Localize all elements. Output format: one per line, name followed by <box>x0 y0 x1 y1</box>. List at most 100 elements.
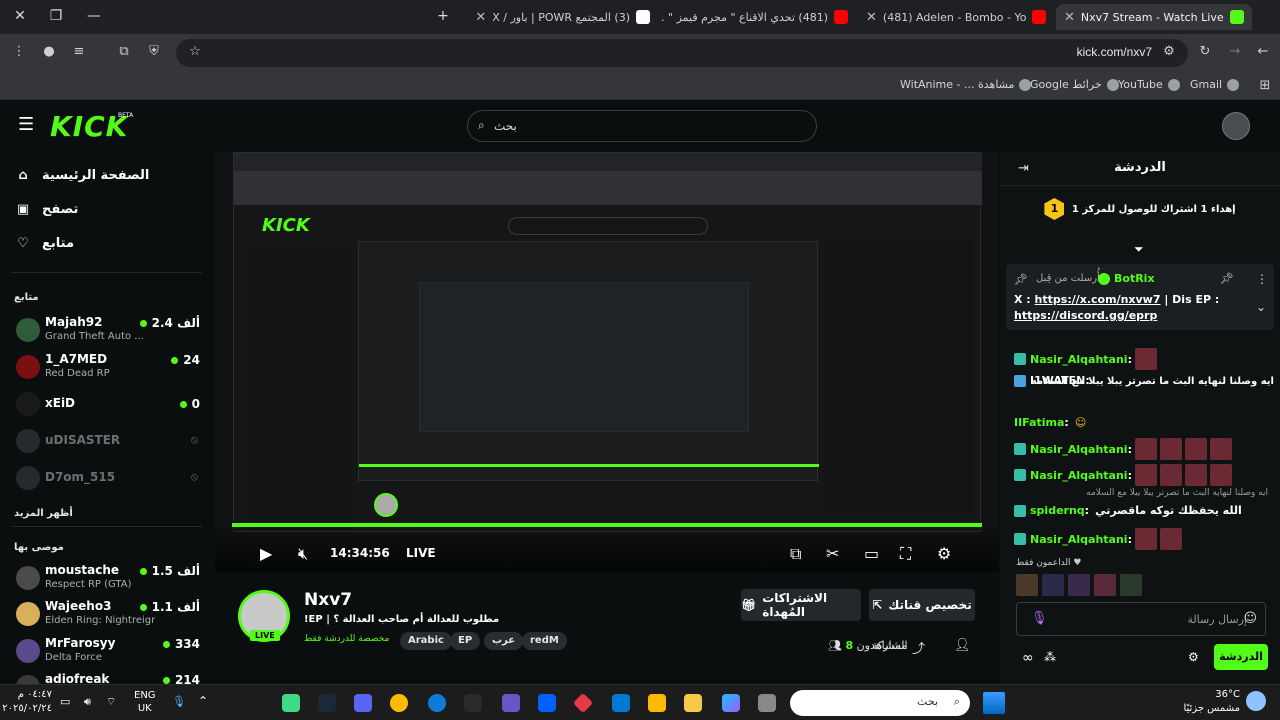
wifi-icon[interactable]: ⌔ <box>106 695 116 709</box>
all-bookmarks-icon[interactable]: ⊞ <box>1256 78 1274 93</box>
tab-youtube-challenge[interactable]: (481) تحدي الاقناع " مجرم قيمز " .. ✕ <box>660 4 856 30</box>
bookmark-maps[interactable]: خرائط Google <box>1030 78 1119 91</box>
fullscreen-icon[interactable]: ⛶ <box>900 544 911 564</box>
video-player[interactable]: KICK <box>215 152 999 572</box>
more-options-icon[interactable]: ⋮ <box>1256 272 1268 286</box>
hamburger-menu-icon[interactable]: ☰ <box>18 114 34 135</box>
following-channel[interactable]: Majah92 Grand Theft Auto ... 2.4 ألف <box>14 314 204 348</box>
chat-input[interactable]: 🎙︎ إرسال رسالة ☺ <box>1016 602 1266 636</box>
back-icon[interactable]: ← <box>1254 44 1272 59</box>
restore-window-icon[interactable]: ❐ <box>46 8 66 24</box>
following-channel[interactable]: xEiD 0 <box>14 388 204 422</box>
file-explorer-icon[interactable] <box>684 694 702 712</box>
dropbox-icon[interactable] <box>538 694 556 712</box>
pinned-user[interactable]: BotRix <box>1114 272 1155 285</box>
address-bar[interactable]: ☆ kick.com/nxv7 ⚙ <box>176 39 1188 67</box>
pip-icon[interactable]: ⧉ <box>790 544 801 564</box>
close-tab-icon[interactable]: ✕ <box>866 10 877 25</box>
tab-kick-active[interactable]: ✕ Nxv7 Stream - Watch Live on Kick <box>1056 4 1252 30</box>
recommended-channel[interactable]: moustache Respect RP (GTA) 1.5 ألف <box>14 562 204 596</box>
kick-logo[interactable]: KICK <box>50 110 128 143</box>
new-tab-icon[interactable]: + <box>433 8 453 24</box>
app-icon[interactable] <box>502 694 520 712</box>
emote[interactable] <box>1042 574 1064 596</box>
points-icon[interactable]: ⁂ <box>1044 650 1056 664</box>
bookmark-star-icon[interactable]: ☆ <box>186 44 204 59</box>
chat-username[interactable]: Nasir_Alqahtani <box>1030 533 1128 546</box>
recommended-channel[interactable]: MrFarosyy Delta Force 334 <box>14 635 204 669</box>
clock[interactable]: ٠٤:٤٧ م ٢٠٢٥/٠٢/٢٤ <box>2 688 52 716</box>
close-window-icon[interactable]: ✕ <box>10 8 30 24</box>
mic-tray-icon[interactable]: 🎙︎ <box>172 695 186 708</box>
task-view-icon[interactable] <box>758 694 776 712</box>
site-settings-icon[interactable]: ⚙ <box>1160 44 1178 59</box>
minimize-window-icon[interactable]: — <box>84 8 104 24</box>
reload-icon[interactable]: ↻ <box>1196 44 1214 59</box>
chat-username[interactable]: spidernq <box>1030 504 1085 517</box>
close-tab-icon[interactable]: ✕ <box>1064 10 1075 25</box>
tag-ep[interactable]: EP <box>450 632 481 650</box>
forward-icon[interactable]: → <box>1226 44 1244 59</box>
emote[interactable] <box>1120 574 1142 596</box>
gift-subs-button[interactable]: 🎁︎ الاشتراكات المُهداة <box>741 589 861 621</box>
tab-search-icon[interactable]: ≡ <box>70 44 88 59</box>
pinned-link-discord[interactable]: https://discord.gg/eprp <box>1014 309 1157 322</box>
chat-username[interactable]: Nasir_Alqahtani <box>1030 353 1128 366</box>
play-icon[interactable]: ▶ <box>260 544 272 563</box>
following-channel[interactable]: 1_A7MED Red Dead RP 24 <box>14 351 204 385</box>
user-avatar[interactable] <box>1222 112 1250 140</box>
follow-user-icon[interactable]: 👤︎ <box>954 638 971 653</box>
search-input[interactable]: ⌕ <box>467 110 817 142</box>
menu-dots-icon[interactable]: ⋮ <box>10 44 28 59</box>
store-icon[interactable] <box>648 694 666 712</box>
tray-chevron-icon[interactable]: ⌃ <box>198 694 208 708</box>
expand-chevron-icon[interactable]: ⌄ <box>1256 300 1266 314</box>
channel-name[interactable]: Nxv7 <box>304 590 352 610</box>
chrome-icon[interactable] <box>390 694 408 712</box>
customize-channel-button[interactable]: ⇱ تخصيص قناتك <box>869 589 975 621</box>
nav-home[interactable]: ⌂ الصفحة الرئيسية <box>14 168 149 183</box>
tab-powr[interactable]: (3) المجتمع POWR | باور / X ✕ <box>462 4 658 30</box>
nav-following[interactable]: ♡ متابع <box>14 236 74 251</box>
tag-redm[interactable]: redM <box>522 632 567 650</box>
share-icon[interactable]: ⤴ <box>912 638 925 657</box>
outlook-icon[interactable] <box>612 694 630 712</box>
mute-icon[interactable]: 🔇︎ <box>298 544 308 564</box>
clip-icon[interactable]: ✂ <box>826 544 839 563</box>
theater-mode-icon[interactable]: ▭ <box>864 544 879 563</box>
infinity-icon[interactable]: ∞ <box>1022 650 1034 666</box>
emoji-picker-icon[interactable]: ☺ <box>1243 611 1257 626</box>
following-channel-offline[interactable]: uDISASTER ⦸ <box>14 425 204 459</box>
tab-youtube-adelen[interactable]: ✕ (481) Adelen - Bombo - YouTube <box>858 4 1054 30</box>
nav-browse[interactable]: ▣ تصفح <box>14 202 79 217</box>
bookmark-gmail[interactable]: Gmail <box>1190 78 1240 91</box>
emote[interactable] <box>1068 574 1090 596</box>
edge-icon[interactable] <box>428 694 446 712</box>
steam-icon[interactable] <box>318 694 336 712</box>
recommended-channel[interactable]: adiofreak 214 <box>14 671 204 684</box>
filter-icon[interactable]: ⏷ <box>1134 242 1144 257</box>
extensions-icon[interactable]: ⧉ <box>115 44 133 59</box>
tag-arab[interactable]: عرب <box>484 632 524 650</box>
discord-icon[interactable] <box>354 694 372 712</box>
chat-username[interactable]: IIFatima <box>1014 416 1064 429</box>
recommended-channel[interactable]: Wajeeho3 Elden Ring: Nightreign 1.1 ألف <box>14 598 204 632</box>
bookmark-youtube[interactable]: YouTube <box>1118 78 1180 91</box>
profile-icon[interactable]: ● <box>40 44 58 59</box>
app-icon[interactable] <box>282 694 300 712</box>
pinned-link-x[interactable]: https://x.com/nxvw7 <box>1035 293 1161 306</box>
tag-arabic[interactable]: Arabic <box>400 632 452 650</box>
emote[interactable] <box>1094 574 1116 596</box>
chat-send-button[interactable]: الدردشة <box>1214 644 1268 670</box>
battery-icon[interactable]: ▭ <box>60 695 70 708</box>
following-channel-offline[interactable]: D7om_515 ⦸ <box>14 462 204 496</box>
emote[interactable] <box>1016 574 1038 596</box>
show-more-link[interactable]: أظهر المزيد <box>14 508 73 519</box>
chat-settings-icon[interactable]: ⚙ <box>1188 650 1199 664</box>
copilot-icon[interactable] <box>722 694 740 712</box>
chat-username[interactable]: Nasir_Alqahtani <box>1030 469 1128 482</box>
weather-widget[interactable]: 36°C مشمس جزئيًا <box>1180 688 1240 716</box>
settings-icon[interactable]: ⚙ <box>937 544 951 563</box>
windows-start-icon[interactable] <box>983 692 1005 714</box>
shield-icon[interactable]: ⛨ <box>145 44 163 59</box>
